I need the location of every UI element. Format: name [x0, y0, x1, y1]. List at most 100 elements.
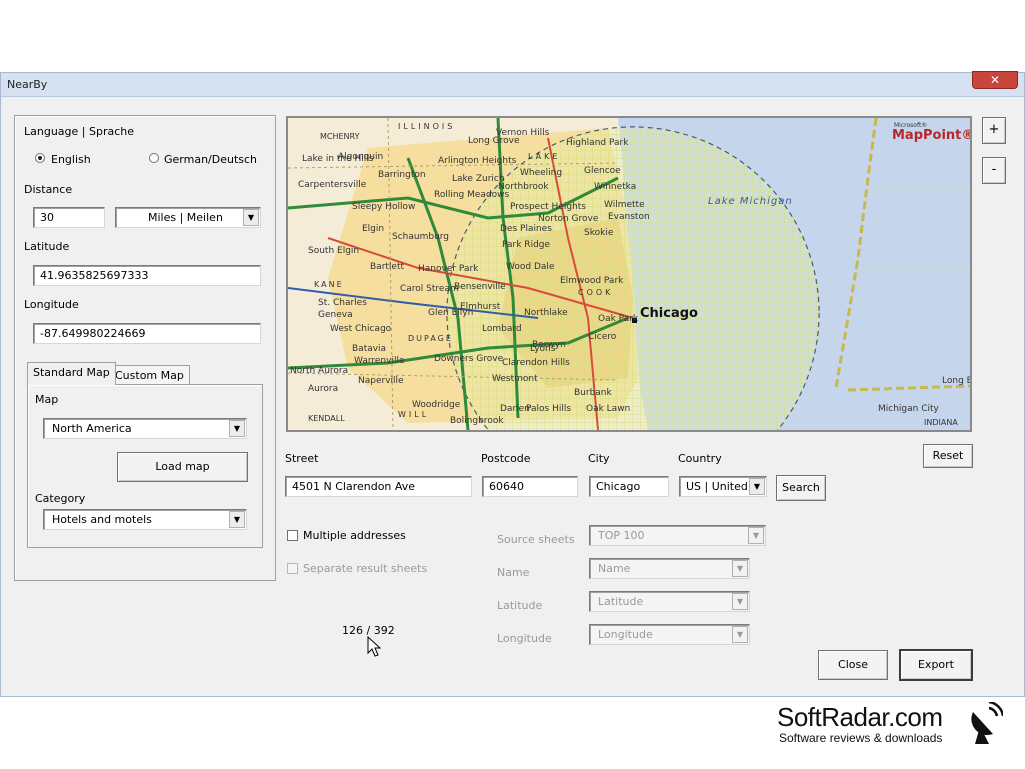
map-select-value: North America [52, 422, 132, 435]
name-col-select[interactable]: Name ▼ [589, 558, 750, 579]
map-place: Long Beach [942, 376, 970, 386]
map-place: Skokie [584, 228, 614, 238]
postcode-input[interactable]: 60640 [482, 476, 578, 497]
radio-german-label: German/Deutsch [164, 153, 258, 166]
radio-english[interactable] [35, 153, 45, 163]
watermark-brand: SoftRadar.com [777, 702, 943, 732]
source-sheets-value: TOP 100 [598, 529, 645, 542]
map-place: COOK [578, 288, 614, 297]
lon-col-value: Longitude [598, 628, 653, 641]
map-place: Evanston [608, 212, 650, 222]
map-place: Lyons [530, 344, 556, 354]
softradar-watermark: SoftRadar.com Software reviews & downloa… [777, 702, 1007, 748]
distance-input[interactable]: 30 [33, 207, 105, 228]
map-place: Schaumburg [392, 232, 450, 242]
tab-standard-map[interactable]: Standard Map [27, 362, 116, 385]
map-place: Westmont [492, 374, 538, 384]
chevron-down-icon[interactable]: ▼ [732, 593, 748, 610]
map-select[interactable]: North America ▼ [43, 418, 247, 439]
street-input[interactable]: 4501 N Clarendon Ave [285, 476, 472, 497]
map-place: Bartlett [370, 262, 405, 272]
source-sheets-label: Source sheets [497, 533, 575, 546]
longitude-input[interactable]: -87.649980224669 [33, 323, 261, 344]
city-input[interactable]: Chicago [589, 476, 669, 497]
watermark-tagline: Software reviews & downloads [779, 731, 943, 745]
map-place: St. Charles [318, 298, 367, 308]
map-lake-label: Lake Michigan [708, 196, 793, 207]
distance-unit-select[interactable]: Miles | Meilen ▼ [115, 207, 261, 228]
map-place: KANE [314, 280, 344, 289]
country-select[interactable]: US | United ▼ [679, 476, 767, 497]
separate-sheets-label: Separate result sheets [303, 562, 428, 575]
distance-label: Distance [24, 183, 73, 196]
map-place: Glen Ellyn [428, 308, 474, 318]
map-place: Warrenville [354, 356, 405, 366]
map-place: Lake in the Hills [302, 154, 374, 164]
latitude-label: Latitude [24, 240, 70, 253]
close-button[interactable]: Close [818, 650, 888, 680]
category-select[interactable]: Hotels and motels ▼ [43, 509, 247, 530]
window-title: NearBy [7, 78, 48, 91]
chevron-down-icon[interactable]: ▼ [749, 478, 765, 495]
map-place: Arlington Heights [438, 156, 517, 166]
map-place: INDIANA [924, 418, 958, 427]
map-place: Cicero [588, 332, 617, 342]
chevron-down-icon[interactable]: ▼ [243, 209, 259, 226]
map-place: West Chicago [330, 324, 392, 334]
map-place: Wilmette [604, 200, 645, 210]
map-place: Aurora [308, 384, 339, 394]
category-select-value: Hotels and motels [52, 513, 152, 526]
map-place: Oak Park [598, 314, 639, 324]
map-place: South Elgin [308, 246, 360, 256]
window-close-button[interactable]: ✕ [972, 71, 1018, 89]
separate-sheets-checkbox[interactable] [287, 563, 298, 574]
source-sheets-select[interactable]: TOP 100 ▼ [589, 525, 766, 546]
map-place: Hanover Park [418, 264, 479, 274]
lat-col-label: Latitude [497, 599, 543, 612]
lon-col-label: Longitude [497, 632, 552, 645]
map-place: Glencoe [584, 166, 621, 176]
map-place: Elmwood Park [560, 276, 624, 286]
load-map-button[interactable]: Load map [117, 452, 248, 482]
map-view[interactable]: Microsoft® MapPoint® Chicago Lake Michig… [286, 116, 972, 432]
map-place: WILL [398, 410, 430, 419]
mouse-cursor-icon [367, 636, 381, 657]
chevron-down-icon[interactable]: ▼ [748, 527, 764, 544]
zoom-out-button[interactable]: - [982, 157, 1006, 184]
reset-button[interactable]: Reset [923, 444, 973, 468]
map-label: Map [35, 393, 59, 406]
street-label: Street [285, 452, 319, 465]
tab-custom-map[interactable]: Custom Map [109, 365, 190, 385]
chevron-down-icon[interactable]: ▼ [732, 626, 748, 643]
lon-col-select[interactable]: Longitude ▼ [589, 624, 750, 645]
latitude-input[interactable]: 41.9635825697333 [33, 265, 261, 286]
radio-german[interactable] [149, 153, 159, 163]
name-col-label: Name [497, 566, 530, 579]
chevron-down-icon[interactable]: ▼ [229, 511, 245, 528]
lat-col-select[interactable]: Latitude ▼ [589, 591, 750, 612]
map-place: LAKE [528, 152, 561, 161]
mappoint-logo: MapPoint® [892, 128, 972, 143]
map-place: Norton Grove [538, 214, 599, 224]
search-button[interactable]: Search [776, 475, 826, 501]
map-place: ILLINOIS [398, 122, 456, 131]
map-place: Carpentersville [298, 180, 367, 190]
chevron-down-icon[interactable]: ▼ [229, 420, 245, 437]
chevron-down-icon[interactable]: ▼ [732, 560, 748, 577]
zoom-in-button[interactable]: + [982, 117, 1006, 144]
map-place: Wood Dale [506, 262, 555, 272]
map-place: Michigan City [878, 404, 939, 414]
longitude-label: Longitude [24, 298, 79, 311]
export-button[interactable]: Export [899, 649, 973, 681]
radio-english-label: English [51, 153, 91, 166]
map-place: Long Grove [468, 136, 520, 146]
satellite-dish-icon [971, 702, 1003, 744]
multiple-addresses-checkbox[interactable] [287, 530, 298, 541]
map-place: Winnetka [594, 182, 637, 192]
map-place: Oak Lawn [586, 404, 631, 414]
map-place: Burbank [574, 388, 612, 398]
title-bar: NearBy ✕ [1, 71, 1024, 97]
map-place: Des Plaines [500, 224, 552, 234]
map-place: Sleepy Hollow [352, 202, 416, 212]
map-place: North Aurora [290, 366, 349, 376]
